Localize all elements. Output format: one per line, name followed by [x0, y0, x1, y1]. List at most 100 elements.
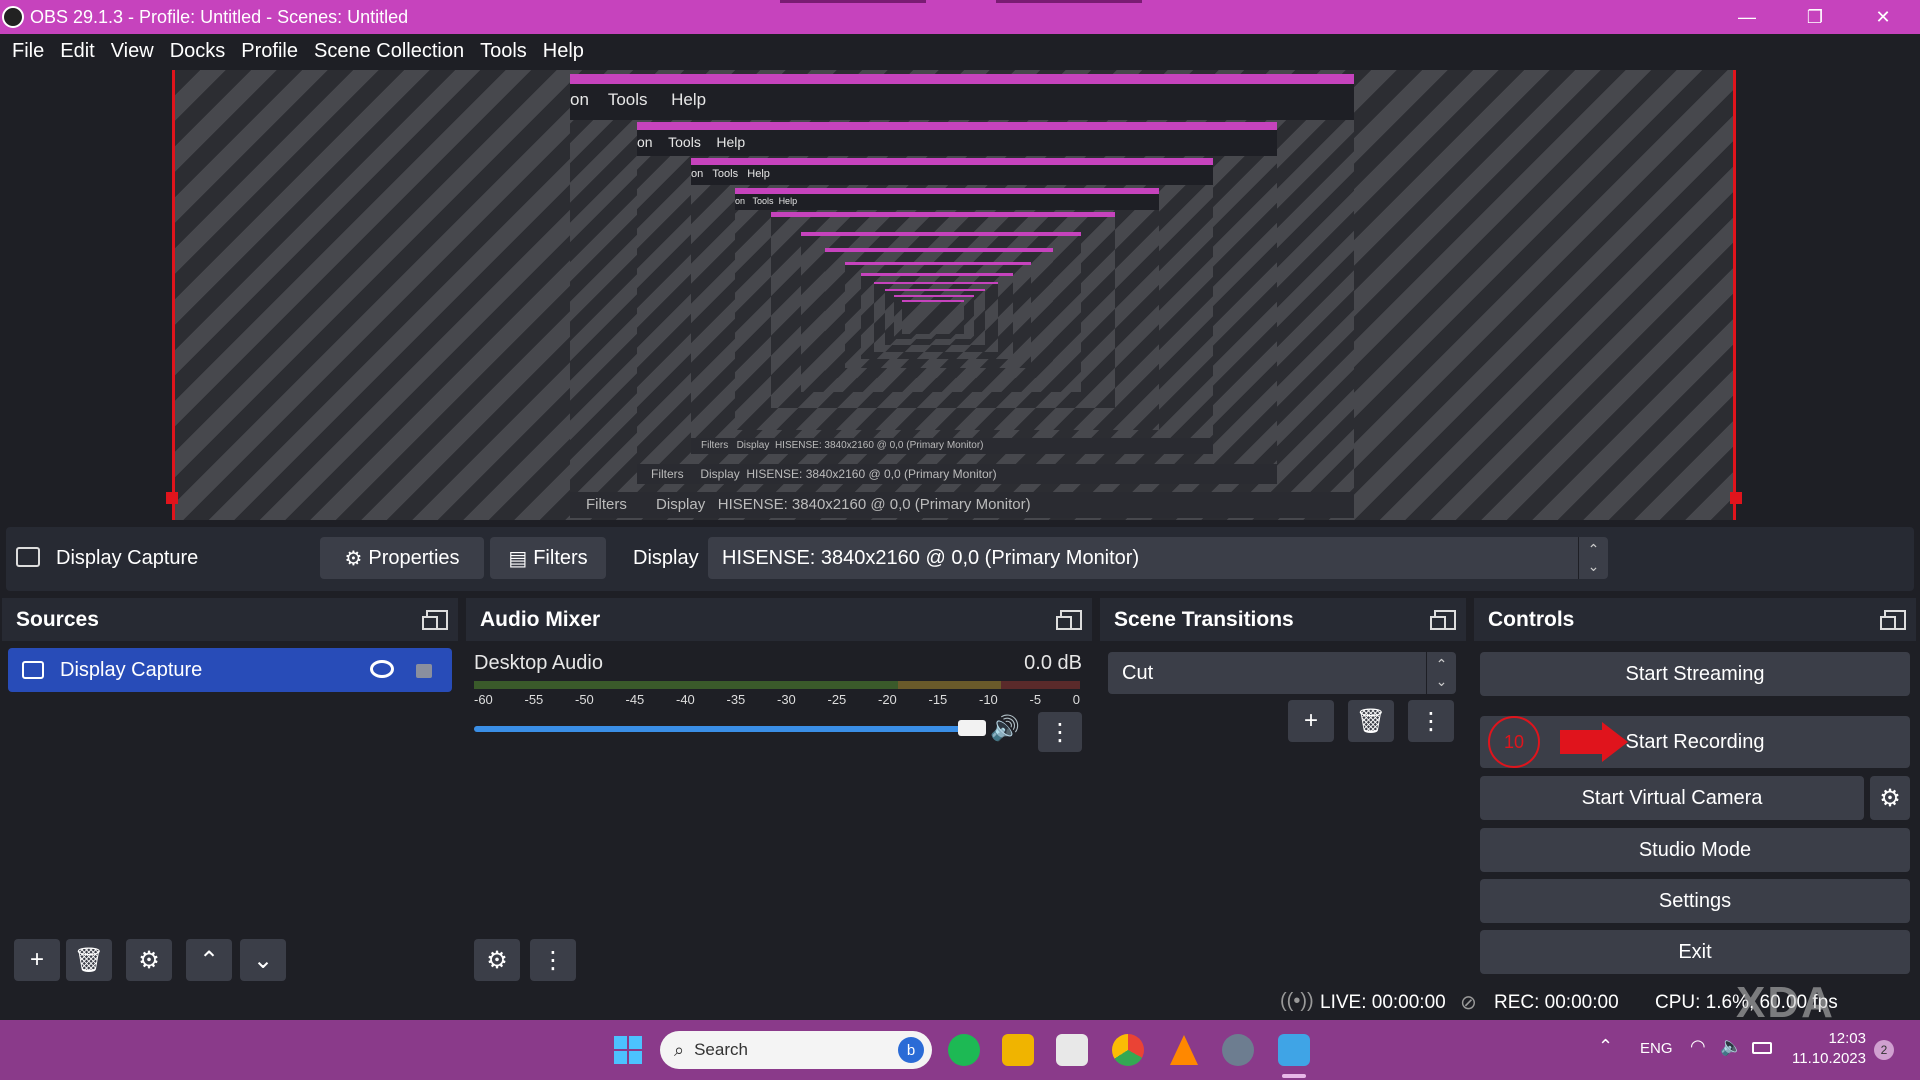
- volume-icon[interactable]: 🔈: [1720, 1036, 1742, 1057]
- settings-button[interactable]: Settings: [1480, 879, 1910, 923]
- scene-transitions-header: Scene Transitions: [1100, 598, 1466, 642]
- broadcast-icon: ((•)): [1280, 990, 1314, 1013]
- wifi-icon[interactable]: ◠: [1690, 1036, 1706, 1057]
- menu-docks[interactable]: Docks: [170, 40, 226, 63]
- volume-fill: [474, 726, 967, 732]
- properties-button[interactable]: ⚙Properties: [320, 537, 484, 579]
- title-mark: [780, 0, 926, 3]
- minimize-button[interactable]: —: [1717, 0, 1777, 34]
- controls-dock: Controls Start Streaming 10 Start Record…: [1474, 598, 1916, 982]
- battery-icon[interactable]: [1752, 1042, 1772, 1054]
- arrow-right-icon-head: [1602, 722, 1628, 762]
- start-streaming-button[interactable]: Start Streaming: [1480, 652, 1910, 696]
- trash-icon: 🗑: [1356, 707, 1386, 736]
- nested-footer: Filters Display HISENSE: 3840x2160 @ 0,0…: [691, 438, 1213, 454]
- remove-source-button[interactable]: 🗑: [66, 939, 112, 981]
- undock-icon[interactable]: [1434, 610, 1456, 630]
- spotify-icon[interactable]: [948, 1034, 980, 1066]
- remove-transition-button[interactable]: 🗑: [1348, 700, 1394, 742]
- filters-button[interactable]: ▤Filters: [490, 537, 606, 579]
- resize-handle[interactable]: [1730, 492, 1742, 504]
- undock-icon[interactable]: [426, 610, 448, 630]
- chrome-icon[interactable]: [1112, 1034, 1144, 1066]
- menu-help[interactable]: Help: [543, 40, 584, 63]
- rec-icon: ⊘: [1460, 990, 1477, 1015]
- studio-mode-button[interactable]: Studio Mode: [1480, 828, 1910, 872]
- add-source-button[interactable]: +: [14, 939, 60, 981]
- undock-icon[interactable]: [1884, 610, 1906, 630]
- undock-icon[interactable]: [1060, 610, 1082, 630]
- menu-file[interactable]: File: [12, 40, 44, 63]
- chevron-up-icon: ⌃: [199, 946, 219, 975]
- source-item[interactable]: Display Capture: [8, 648, 452, 692]
- menu-scene-collection[interactable]: Scene Collection: [314, 40, 464, 63]
- channel-level: 0.0 dB: [1024, 652, 1082, 675]
- updown-arrow-icon: ⌃⌄: [1578, 537, 1608, 579]
- context-source-name: Display Capture: [56, 547, 198, 570]
- audio-mixer-header: Audio Mixer: [466, 598, 1092, 642]
- menu-profile[interactable]: Profile: [241, 40, 298, 63]
- search-icon: ⌕: [674, 1040, 684, 1061]
- windows-start-icon[interactable]: [612, 1034, 644, 1066]
- rec-timer: REC: 00:00:00: [1494, 992, 1619, 1014]
- resize-handle[interactable]: [166, 492, 178, 504]
- vlc-icon[interactable]: [1168, 1034, 1200, 1066]
- clock-time[interactable]: 12:03: [1794, 1030, 1866, 1047]
- chevron-up-icon[interactable]: ⌃: [1598, 1036, 1613, 1057]
- volume-slider[interactable]: [474, 726, 982, 732]
- virtual-camera-settings-button[interactable]: ⚙: [1870, 776, 1910, 820]
- kebab-icon: ⋮: [1419, 707, 1443, 736]
- move-up-button[interactable]: ⌃: [186, 939, 232, 981]
- menu-view[interactable]: View: [111, 40, 154, 63]
- clock-date[interactable]: 11.10.2023: [1790, 1050, 1866, 1067]
- lock-icon[interactable]: [416, 664, 432, 678]
- exit-button[interactable]: Exit: [1480, 930, 1910, 974]
- filter-icon: ▤: [508, 546, 527, 571]
- monitor-icon: [16, 547, 40, 567]
- updown-arrow-icon: ⌃⌄: [1426, 652, 1456, 694]
- gear-icon: ⚙: [1879, 784, 1901, 813]
- settings-app-icon[interactable]: [1222, 1034, 1254, 1066]
- nested-menu: on Tools Help: [637, 130, 1277, 156]
- controls-header: Controls: [1474, 598, 1916, 642]
- start-recording-button[interactable]: 10 Start Recording: [1480, 716, 1910, 768]
- title-mark: [996, 0, 1142, 3]
- taskbar-search[interactable]: ⌕ Search b: [660, 1031, 932, 1069]
- display-select[interactable]: HISENSE: 3840x2160 @ 0,0 (Primary Monito…: [708, 537, 1608, 579]
- close-button[interactable]: ✕: [1853, 0, 1913, 34]
- kebab-icon: ⋮: [1048, 718, 1072, 747]
- nested-footer: Filters Display HISENSE: 3840x2160 @ 0,0…: [637, 464, 1277, 484]
- volume-handle[interactable]: [958, 720, 986, 736]
- restore-button[interactable]: ❐: [1785, 0, 1845, 34]
- advanced-audio-button[interactable]: ⚙: [474, 939, 520, 981]
- nested-footer: Filters Display HISENSE: 3840x2160 @ 0,0…: [570, 492, 1354, 518]
- transition-select[interactable]: Cut ⌃⌄: [1108, 652, 1456, 694]
- source-properties-button[interactable]: ⚙: [126, 939, 172, 981]
- move-down-button[interactable]: ⌄: [240, 939, 286, 981]
- eye-icon[interactable]: [370, 660, 394, 678]
- audio-mixer-body: Desktop Audio 0.0 dB -60-55-50-45-40-35-…: [466, 642, 1092, 982]
- obs-app-icon[interactable]: [1278, 1034, 1310, 1066]
- kebab-icon: ⋮: [541, 946, 565, 975]
- title-bar: OBS 29.1.3 - Profile: Untitled - Scenes:…: [0, 0, 1920, 34]
- menu-tools[interactable]: Tools: [480, 40, 527, 63]
- obs-logo-icon: [2, 6, 24, 28]
- mixer-menu-button[interactable]: ⋮: [1038, 712, 1082, 752]
- transition-menu-button[interactable]: ⋮: [1408, 700, 1454, 742]
- channel-name: Desktop Audio: [474, 652, 603, 675]
- language-indicator[interactable]: ENG: [1640, 1040, 1673, 1057]
- store-icon[interactable]: [1056, 1034, 1088, 1066]
- start-virtual-camera-button[interactable]: Start Virtual Camera: [1480, 776, 1864, 820]
- sources-dock: Sources Display Capture + 🗑 ⚙ ⌃ ⌄: [2, 598, 458, 982]
- file-explorer-icon[interactable]: [1002, 1034, 1034, 1066]
- bing-icon[interactable]: b: [898, 1037, 924, 1063]
- plus-icon: +: [30, 946, 44, 974]
- add-transition-button[interactable]: +: [1288, 700, 1334, 742]
- mixer-options-button[interactable]: ⋮: [530, 939, 576, 981]
- trash-icon: 🗑: [74, 946, 104, 975]
- speaker-icon[interactable]: 🔊: [990, 714, 1020, 743]
- preview-canvas[interactable]: on Tools Help Filters Display HISENSE: 3…: [172, 70, 1736, 520]
- notification-badge[interactable]: 2: [1874, 1040, 1894, 1060]
- nested-menu: on Tools Help: [735, 194, 1159, 210]
- menu-edit[interactable]: Edit: [60, 40, 94, 63]
